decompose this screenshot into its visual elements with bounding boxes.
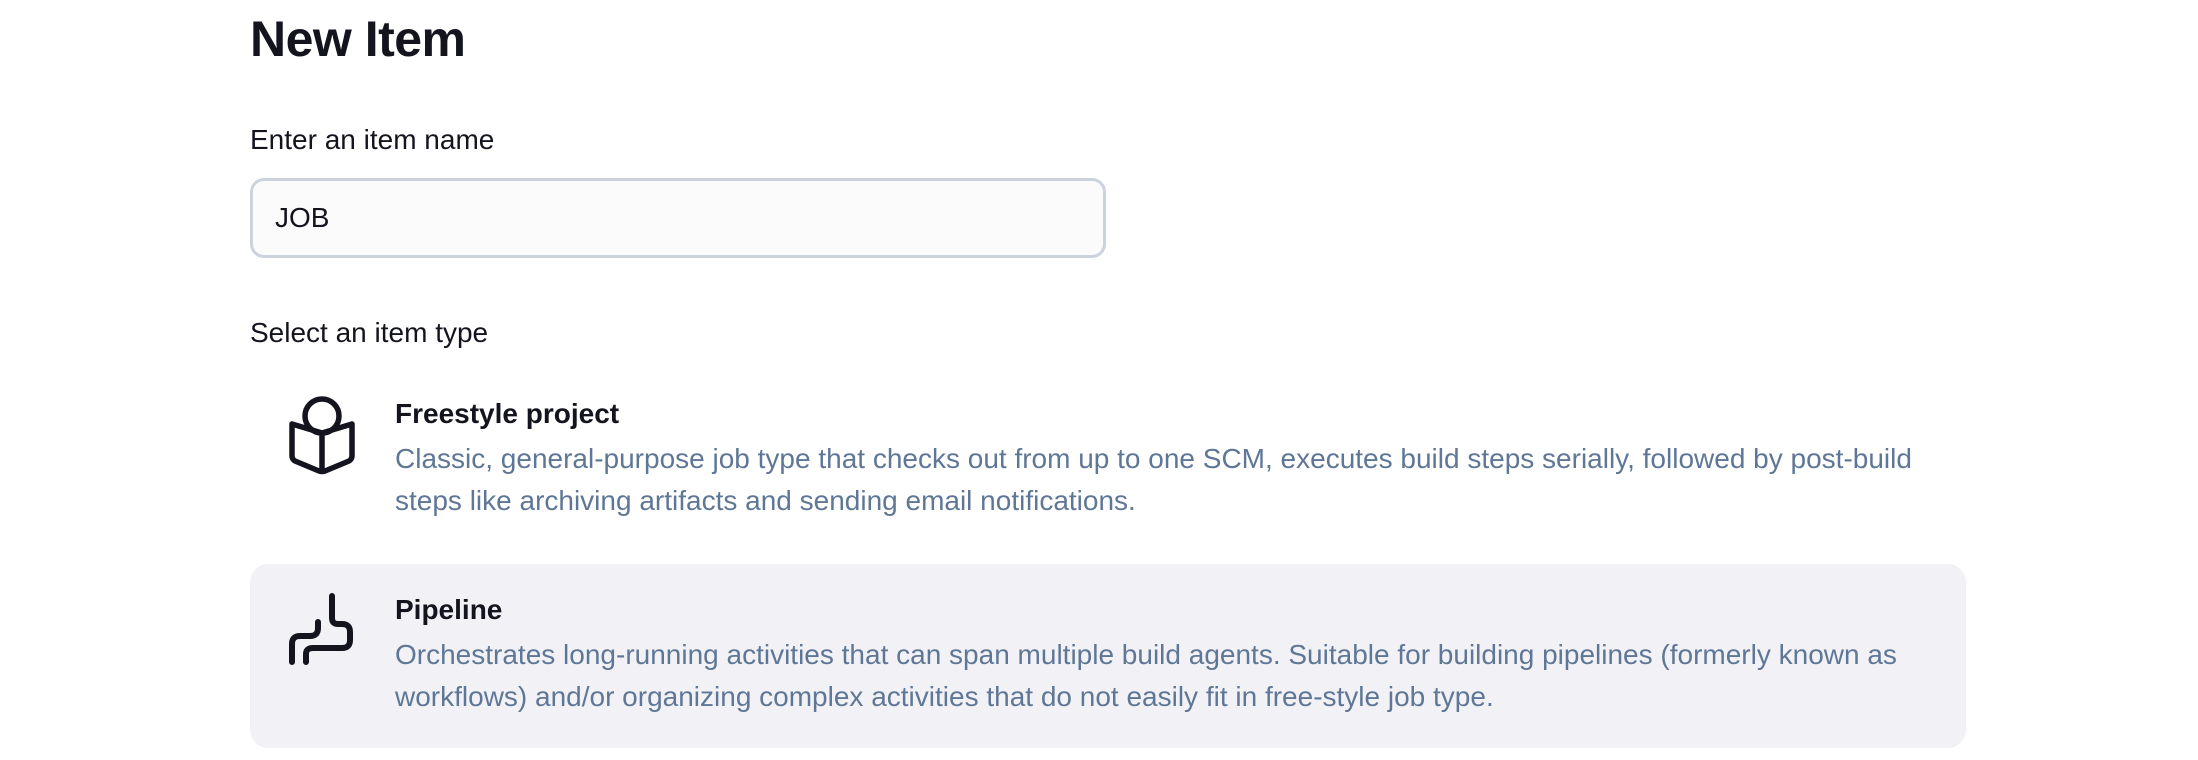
pipeline-icon <box>289 593 353 665</box>
item-type-pipeline[interactable]: Pipeline Orchestrates long-running activ… <box>250 564 1966 748</box>
item-type-name: Pipeline <box>395 594 503 625</box>
item-name-input[interactable] <box>250 178 1106 258</box>
item-type-freestyle-project[interactable]: Freestyle project Classic, general-purpo… <box>250 372 1966 532</box>
package-box-icon <box>289 396 355 475</box>
item-name-label: Enter an item name <box>250 124 495 155</box>
item-type-description: Orchestrates long-running activities tha… <box>395 639 1897 712</box>
new-item-page: New Item Enter an item name Select an it… <box>0 0 2198 760</box>
item-type-name: Freestyle project <box>395 398 620 429</box>
item-type-label: Select an item type <box>250 317 489 348</box>
item-type-description: Classic, general-purpose job type that c… <box>395 443 1912 516</box>
page-title: New Item <box>250 11 466 67</box>
